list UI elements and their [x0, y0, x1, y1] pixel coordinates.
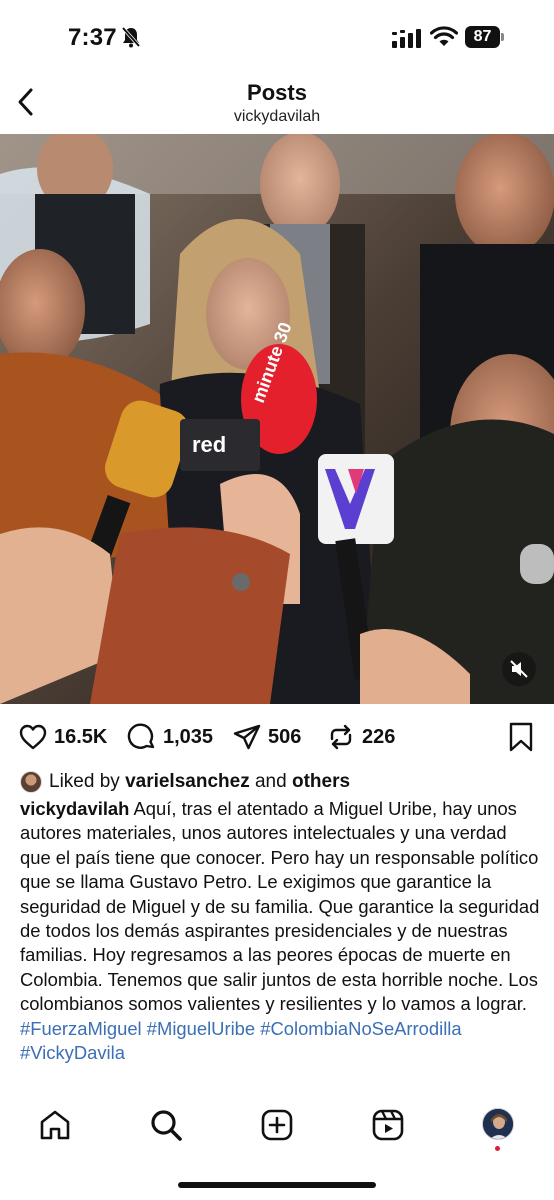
liked-by-others[interactable]: others — [292, 771, 350, 793]
home-indicator — [178, 1182, 376, 1188]
profile-avatar[interactable] — [482, 1108, 514, 1140]
video-frame: minute 30 red — [0, 134, 554, 704]
liked-by-connector: and — [254, 771, 287, 792]
caption-text: Aquí, tras el atentado a Miguel Uribe, h… — [20, 798, 540, 1015]
share-count: 506 — [268, 725, 302, 748]
bottom-nav — [0, 1090, 554, 1160]
repost-button[interactable]: 226 — [326, 722, 395, 752]
post-actions: 16.5K 1,035 506 226 — [0, 704, 554, 768]
mic-label-red: red — [192, 432, 226, 457]
repost-icon — [330, 724, 352, 750]
nav-home[interactable] — [38, 1108, 72, 1142]
battery-tip — [501, 33, 504, 41]
caption-username[interactable]: vickydavilah — [20, 798, 129, 819]
liked-by-user[interactable]: varielsanchez — [125, 771, 250, 793]
liked-by-prefix: Liked by — [49, 771, 120, 792]
nav-search[interactable] — [149, 1108, 183, 1142]
mute-button[interactable] — [502, 652, 536, 686]
status-time: 7:37 — [68, 24, 117, 51]
nav-create[interactable] — [260, 1108, 294, 1142]
notification-dot — [495, 1146, 500, 1151]
hashtag-fuerzamiguel[interactable]: #FuerzaMiguel — [20, 1018, 142, 1039]
hashtag-vickydavila[interactable]: #VickyDavila — [20, 1042, 125, 1063]
comment-button[interactable]: 1,035 — [127, 722, 213, 752]
battery-level: 87 — [465, 26, 500, 48]
search-icon — [151, 1110, 182, 1141]
bell-slash-icon — [121, 26, 141, 48]
signal-icon — [392, 29, 421, 48]
send-icon — [233, 724, 261, 750]
wifi-icon — [430, 26, 458, 46]
liked-by[interactable]: Liked by varielsanchez and others — [20, 769, 540, 795]
status-bar: 7:37 87 — [0, 0, 554, 72]
comment-icon — [127, 723, 155, 749]
header: Posts vickydavilah — [0, 72, 554, 134]
comment-count: 1,035 — [163, 725, 214, 748]
speaker-muted-icon — [510, 660, 528, 678]
home-icon — [40, 1110, 70, 1140]
heart-icon — [19, 724, 47, 750]
hashtag-migueluribe[interactable]: #MiguelUribe — [147, 1018, 255, 1039]
profile-avatar-image — [483, 1109, 513, 1139]
bookmark-icon[interactable] — [508, 722, 534, 752]
page-username[interactable]: vickydavilah — [0, 108, 554, 126]
repost-count: 226 — [362, 725, 396, 748]
like-count: 16.5K — [54, 725, 108, 748]
share-button[interactable]: 506 — [232, 722, 301, 752]
post-video[interactable]: minute 30 red — [0, 134, 554, 704]
create-icon — [261, 1109, 293, 1141]
post-caption: vickydavilah Aquí, tras el atentado a Mi… — [20, 797, 540, 1065]
hashtag-colombianosearrodilla[interactable]: #ColombiaNoSeArrodilla — [260, 1018, 461, 1039]
page-title: Posts — [247, 80, 307, 105]
like-button[interactable]: 16.5K — [18, 722, 107, 752]
battery-indicator: 87 — [465, 26, 505, 48]
nav-reels[interactable] — [371, 1108, 405, 1142]
liked-by-avatar — [20, 771, 42, 793]
reels-icon — [372, 1109, 404, 1141]
